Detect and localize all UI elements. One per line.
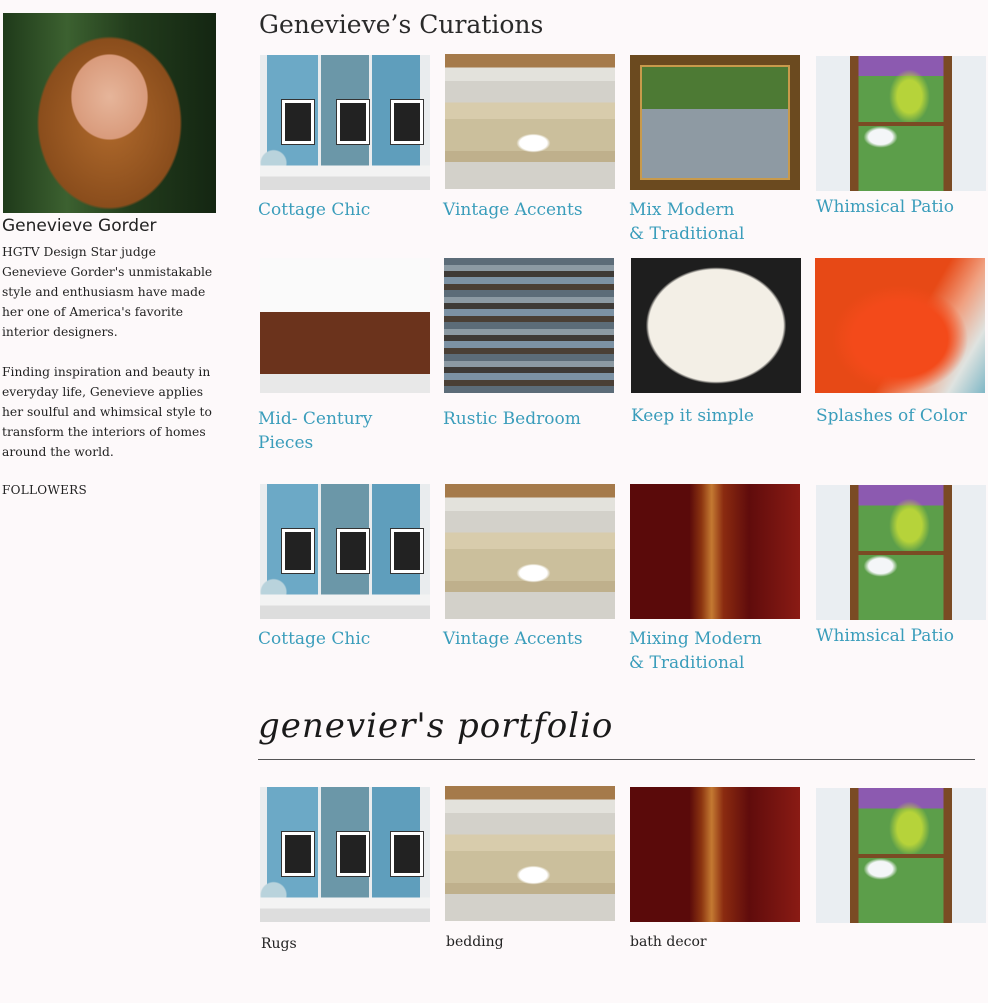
portfolio-thumb-bedding[interactable] <box>445 786 615 921</box>
collection-thumb-vintage-accents[interactable] <box>445 484 615 619</box>
portfolio-title: genevier's portfolio <box>258 706 614 746</box>
collection-thumb-splashes-of-color[interactable] <box>815 258 985 393</box>
bio-paragraph-2: Finding inspiration and beauty in everyd… <box>2 365 212 459</box>
followers-label[interactable]: FOLLOWERS <box>2 483 87 497</box>
collection-thumb-cottage-chic[interactable] <box>260 484 430 619</box>
collection-link[interactable]: Keep it simple <box>631 404 806 428</box>
collection-link[interactable]: Cottage Chic <box>258 627 433 651</box>
collection-thumb-mixing-modern[interactable] <box>630 484 800 619</box>
collection-thumb-mid-century[interactable] <box>260 258 430 393</box>
collection-thumb-whimsical-patio[interactable] <box>816 56 986 191</box>
portfolio-thumb-rugs[interactable] <box>260 787 430 922</box>
portfolio-label[interactable]: Rugs <box>261 936 297 952</box>
portfolio-thumb-patio[interactable] <box>816 788 986 923</box>
collection-thumb-whimsical-patio[interactable] <box>816 485 986 620</box>
collection-thumb-vintage-accents[interactable] <box>445 54 615 189</box>
profile-photo <box>3 13 216 213</box>
portfolio-label[interactable]: bedding <box>446 934 504 950</box>
collection-link[interactable]: Mid- Century Pieces <box>258 407 433 455</box>
collection-thumb-mix-modern[interactable] <box>630 55 800 190</box>
collection-link[interactable]: Vintage Accents <box>443 627 618 651</box>
collection-link[interactable]: Rustic Bedroom <box>443 407 618 431</box>
collection-link[interactable]: Mix Modern & Traditional <box>629 198 804 246</box>
collection-link[interactable]: Mixing Modern & Traditional <box>629 627 804 675</box>
collection-link[interactable]: Splashes of Color <box>816 404 988 428</box>
collection-thumb-rustic-bedroom[interactable] <box>444 258 614 393</box>
collection-link[interactable]: Vintage Accents <box>443 198 618 222</box>
section-divider <box>258 759 975 760</box>
collection-link[interactable]: Whimsical Patio <box>816 624 988 648</box>
collection-thumb-keep-it-simple[interactable] <box>631 258 801 393</box>
collection-link[interactable]: Cottage Chic <box>258 198 433 222</box>
portfolio-thumb-bath-decor[interactable] <box>630 787 800 922</box>
collection-thumb-cottage-chic[interactable] <box>260 55 430 190</box>
bio-paragraph-1: HGTV Design Star judge Genevieve Gorder'… <box>2 245 213 339</box>
collection-link[interactable]: Whimsical Patio <box>816 195 988 219</box>
portfolio-label[interactable]: bath decor <box>630 934 707 950</box>
profile-name: Genevieve Gorder <box>2 216 157 236</box>
page-title: Genevieve’s Curations <box>259 10 544 39</box>
